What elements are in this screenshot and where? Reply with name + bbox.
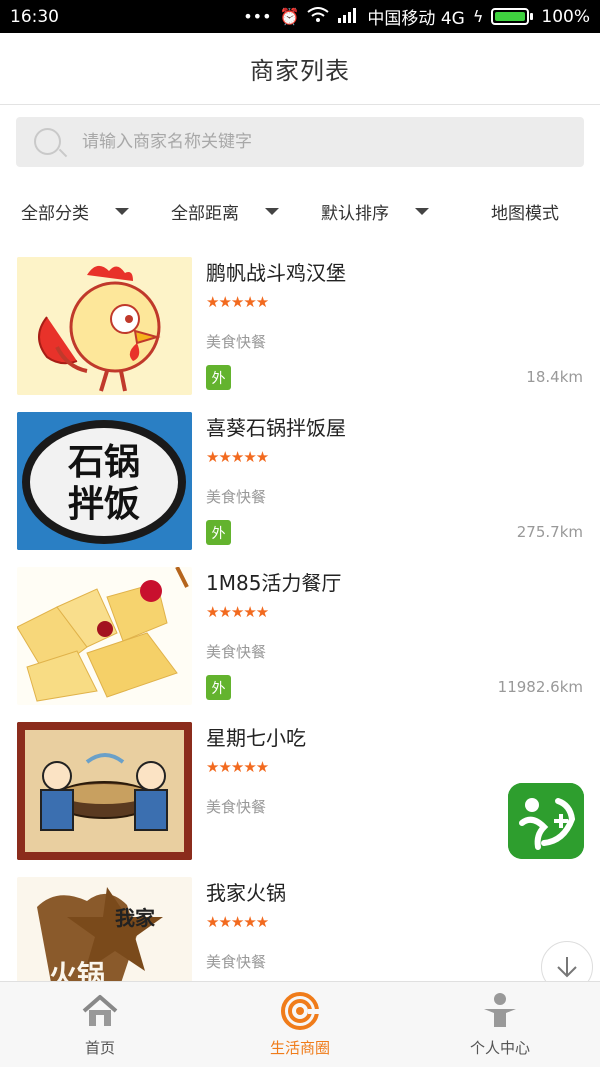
thumbnail-text-line1: 我家 (115, 906, 156, 930)
map-mode-button[interactable]: 地图模式 (450, 187, 600, 235)
filter-bar: 全部分类 全部距离 默认排序 地图模式 (0, 187, 600, 235)
status-time: 16:30 (10, 6, 59, 27)
life-circle-icon (281, 992, 320, 1030)
caret-down-icon (415, 207, 429, 215)
rating-stars: ★★★★★ (206, 448, 269, 466)
merchant-item[interactable]: 石锅 拌饭 喜葵石锅拌饭屋 ★★★★★ 美食快餐 外 275.7km (0, 400, 600, 555)
merchant-distance: 18.4km (526, 368, 583, 386)
title-bar: 商家列表 (0, 33, 600, 105)
bottom-tab-bar: 首页 生活商圈 个人中心 (0, 981, 600, 1067)
signal-icon (337, 7, 359, 27)
filter-category-label: 全部分类 (21, 203, 89, 224)
person-icon (484, 993, 516, 1027)
rating-stars: ★★★★★ (206, 913, 269, 931)
merchant-category: 美食快餐 (206, 333, 267, 351)
caret-down-icon (115, 207, 129, 215)
takeout-badge: 外 (206, 675, 231, 700)
search-bar[interactable] (16, 117, 584, 167)
thumbnail-text-line2: 火锅 (49, 959, 105, 981)
filter-sort-label: 默认排序 (321, 203, 389, 224)
carrier-label: 中国移动 4G (367, 9, 465, 29)
status-bar: 16:30 ••• ⏰ 中国移动 4G ϟ 100% (0, 0, 600, 33)
map-mode-label: 地图模式 (491, 203, 559, 224)
merchant-thumbnail: 我家 火锅 (17, 877, 192, 981)
merchant-thumbnail (17, 722, 192, 860)
merchant-item[interactable]: 1M85活力餐厅 ★★★★★ 美食快餐 外 11982.6km (0, 555, 600, 710)
arrow-down-icon (557, 957, 577, 978)
rating-stars: ★★★★★ (206, 603, 269, 621)
status-icons: ••• ⏰ 中国移动 4G ϟ 100% (243, 4, 590, 30)
merchant-category: 美食快餐 (206, 953, 267, 971)
tab-home[interactable]: 首页 (0, 982, 200, 1067)
merchant-thumbnail (17, 257, 192, 395)
floating-health-app-icon[interactable] (508, 783, 584, 859)
tab-profile[interactable]: 个人中心 (400, 982, 600, 1067)
alarm-icon: ⏰ (279, 7, 300, 26)
filter-distance-label: 全部距离 (171, 203, 239, 224)
merchant-name: 1M85活力餐厅 (206, 571, 342, 595)
merchant-item[interactable]: 鹏帆战斗鸡汉堡 ★★★★★ 美食快餐 外 18.4km (0, 245, 600, 400)
filter-category[interactable]: 全部分类 (0, 187, 150, 235)
takeout-badge: 外 (206, 365, 231, 390)
merchant-item[interactable]: 我家 火锅 我家火锅 ★★★★★ 美食快餐 (0, 865, 600, 981)
page-title: 商家列表 (250, 57, 350, 85)
search-icon (30, 122, 70, 162)
merchant-list[interactable]: 鹏帆战斗鸡汉堡 ★★★★★ 美食快餐 外 18.4km 石锅 拌饭 喜葵石锅拌饭… (0, 245, 600, 981)
wifi-icon (307, 6, 330, 27)
merchant-name: 喜葵石锅拌饭屋 (206, 416, 346, 440)
merchant-category: 美食快餐 (206, 798, 267, 816)
tab-life-circle-label: 生活商圈 (269, 1039, 330, 1057)
takeout-badge: 外 (206, 520, 231, 545)
rating-stars: ★★★★★ (206, 293, 269, 311)
merchant-name: 我家火锅 (206, 881, 286, 905)
merchant-category: 美食快餐 (206, 643, 267, 661)
rating-stars: ★★★★★ (206, 758, 269, 776)
filter-distance[interactable]: 全部距离 (150, 187, 300, 235)
battery-percent: 100% (541, 6, 590, 27)
home-icon (82, 995, 118, 1026)
merchant-category: 美食快餐 (206, 488, 267, 506)
tab-profile-label: 个人中心 (469, 1039, 530, 1057)
thumbnail-text-line2: 拌饭 (68, 483, 140, 525)
tab-home-label: 首页 (84, 1039, 115, 1057)
caret-down-icon (265, 207, 279, 215)
tab-life-circle[interactable]: 生活商圈 (200, 982, 400, 1067)
search-input[interactable] (82, 132, 542, 152)
merchant-thumbnail (17, 567, 192, 705)
charging-icon: ϟ (472, 7, 484, 26)
merchant-name: 鹏帆战斗鸡汉堡 (206, 261, 346, 285)
more-dots-icon: ••• (243, 7, 272, 26)
merchant-thumbnail: 石锅 拌饭 (17, 412, 192, 550)
merchant-distance: 11982.6km (497, 678, 583, 696)
merchant-distance: 275.7km (516, 523, 583, 541)
thumbnail-text-line1: 石锅 (68, 441, 140, 483)
battery-icon (491, 8, 534, 25)
merchant-name: 星期七小吃 (206, 726, 306, 750)
filter-sort[interactable]: 默认排序 (300, 187, 450, 235)
